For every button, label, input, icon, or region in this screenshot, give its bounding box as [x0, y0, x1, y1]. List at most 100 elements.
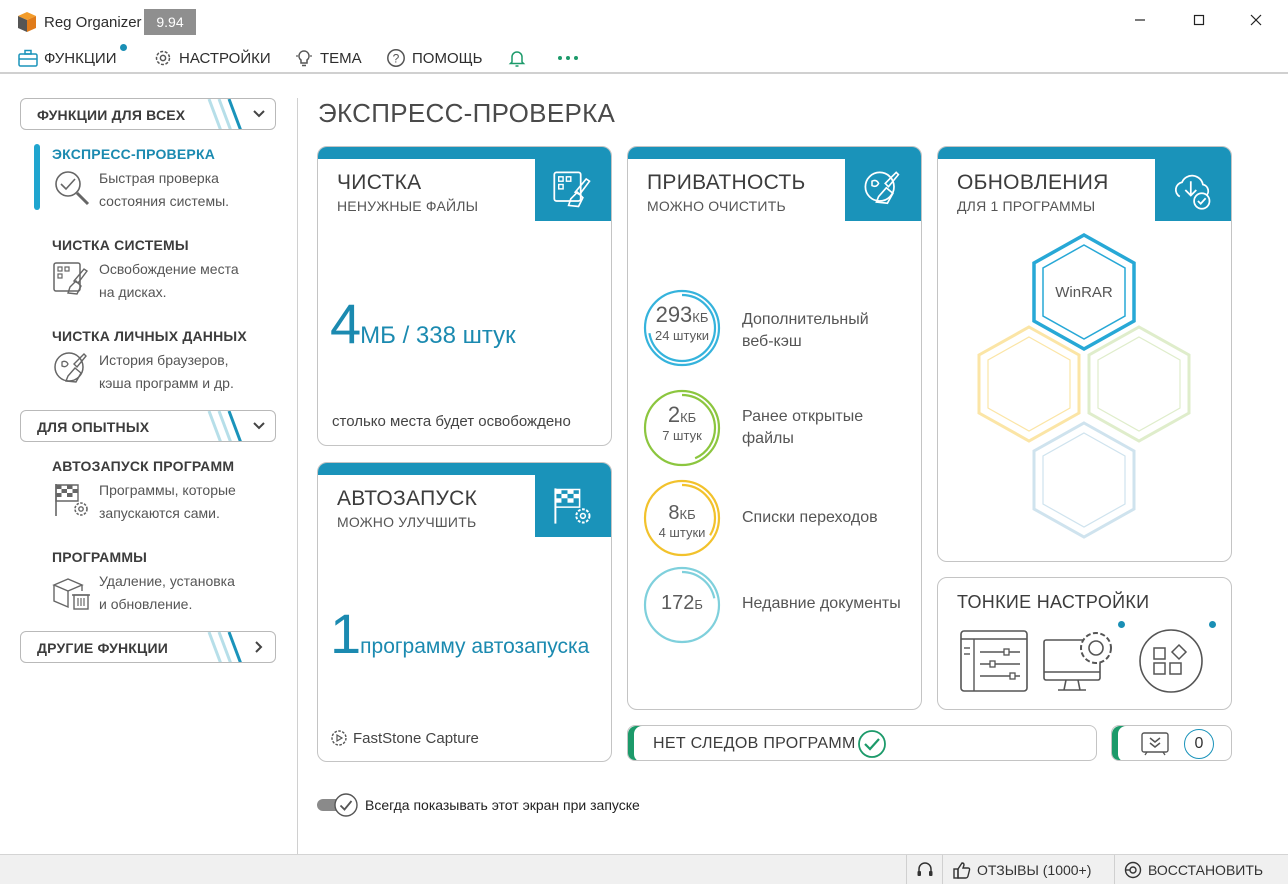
more-menu-button[interactable] [557, 44, 579, 72]
cloud-download-icon [1174, 174, 1211, 210]
menu-theme-label: ТЕМА [320, 49, 362, 67]
stripes-decoration [207, 99, 242, 129]
maximize-button[interactable] [1179, 6, 1219, 34]
restore-button[interactable]: ВОССТАНОВИТЬ [1124, 855, 1263, 884]
privacy-item-label: Недавние документы [742, 595, 901, 612]
menu-help-label: ПОМОЩЬ [412, 49, 483, 67]
hexagon-cluster [977, 232, 1191, 539]
notifications-button[interactable] [507, 44, 527, 72]
menu-help[interactable]: ? ПОМОЩЬ [386, 44, 483, 72]
close-button[interactable] [1236, 6, 1276, 34]
card-subtitle: МОЖНО УЛУЧШИТЬ [337, 514, 477, 530]
thumbs-up-icon [953, 862, 971, 879]
updates-icon-box [1155, 159, 1231, 221]
minimize-button[interactable] [1120, 6, 1160, 34]
tweaks-card[interactable]: ТОНКИЕ НАСТРОЙКИ [937, 577, 1232, 710]
privacy-item-label: Ранее открытые файлы [742, 408, 864, 447]
group-header-label: ДЛЯ ОПЫТНЫХ [37, 419, 150, 435]
cleanup-card[interactable]: ЧИСТКА НЕНУЖНЫЕ ФАЙЛЫ 4МБ / 338 штук сто… [317, 146, 612, 446]
privacy-item-recent-files[interactable]: 2КБ 7 штук Ранее открытые файлы [642, 388, 921, 468]
sidebar-item-description: Программы, которые запускаются сами. [99, 482, 236, 521]
group-header-advanced[interactable]: ДЛЯ ОПЫТНЫХ [20, 410, 276, 442]
minimize-icon [1135, 19, 1145, 21]
disk-broom-icon [553, 171, 591, 208]
disk-broom-icon [53, 262, 89, 295]
card-title: АВТОЗАПУСК [337, 487, 478, 510]
card-title: ТОНКИЕ НАСТРОЙКИ [957, 592, 1150, 612]
monitor-gear-icon[interactable] [1042, 626, 1118, 694]
card-subtitle: МОЖНО ОЧИСТИТЬ [647, 198, 786, 214]
privacy-item-jump-lists[interactable]: 8КБ 4 штуки Списки переходов [642, 478, 921, 558]
sidebar-item-description: Освобождение места на дисках. [99, 261, 239, 300]
sidebar-item-express-check[interactable]: ЭКСПРЕСС-ПРОВЕРКА Быстрая проверка состо… [52, 146, 282, 209]
autorun-footer: FastStone Capture [330, 729, 479, 747]
gear-icon [155, 50, 171, 66]
privacy-item-recent-documents[interactable]: 172Б Недавние документы [642, 565, 921, 645]
menu-theme[interactable]: ТЕМА [294, 44, 362, 72]
chevron-down-icon [253, 422, 265, 430]
privacy-broom-icon [864, 171, 900, 205]
flag-gear-icon [55, 484, 88, 516]
maximize-icon [1193, 14, 1205, 26]
box-trash-icon [52, 578, 90, 610]
cleanup-icon-box [535, 159, 611, 221]
apps-notification-dot [1209, 621, 1216, 628]
menu-settings[interactable]: НАСТРОЙКИ [153, 44, 271, 72]
sidebar-item-description: Удаление, установка и обновление. [99, 573, 235, 612]
traces-counter-button[interactable]: 0 [1111, 725, 1232, 761]
traces-counter: 0 [1184, 729, 1214, 759]
group-header-label: ФУНКЦИИ ДЛЯ ВСЕХ [37, 107, 186, 123]
flag-gear-icon [554, 488, 591, 524]
privacy-card[interactable]: ПРИВАТНОСТЬ МОЖНО ОЧИСТИТЬ 293КБ 24 штук… [627, 146, 922, 710]
sidebar-item-description: Быстрая проверка состояния системы. [99, 170, 230, 209]
toggle-check-knob-icon [334, 793, 358, 817]
page-title: ЭКСПРЕСС-ПРОВЕРКА [318, 98, 616, 128]
reviews-button[interactable]: ОТЗЫВЫ (1000+) [953, 855, 1091, 884]
privacy-item-label: Списки переходов [742, 509, 878, 526]
app-logo-icon [18, 12, 36, 32]
cleanup-size-stat: 4МБ / 338 штук [330, 292, 516, 355]
sliders-window-icon[interactable] [960, 630, 1028, 692]
privacy-icon-box [845, 159, 921, 221]
group-header-functions-for-all[interactable]: ФУНКЦИИ ДЛЯ ВСЕХ [20, 98, 276, 130]
magnifier-check-icon [55, 171, 90, 206]
briefcase-icon [18, 49, 38, 67]
app-title: Reg Organizer [44, 14, 142, 31]
privacy-item-web-cache[interactable]: 293КБ 24 штуки Дополнительный веб-кэш [642, 288, 921, 368]
card-title: ПРИВАТНОСТЬ [647, 171, 806, 194]
chevron-down-icon [253, 110, 265, 118]
reviews-label: ОТЗЫВЫ (1000+) [977, 862, 1092, 878]
download-chevrons-icon [1141, 732, 1169, 756]
tweaks-notification-dot [1118, 621, 1125, 628]
support-button[interactable] [915, 855, 935, 884]
sidebar-divider [297, 98, 298, 854]
group-header-other-functions[interactable]: ДРУГИЕ ФУНКЦИИ [20, 631, 276, 663]
sidebar-item-title: ЧИСТКА СИСТЕМЫ [52, 237, 189, 253]
version-badge: 9.94 [144, 9, 196, 35]
sidebar-item-title: АВТОЗАПУСК ПРОГРАММ [52, 458, 235, 474]
card-subtitle: НЕНУЖНЫЕ ФАЙЛЫ [337, 198, 479, 214]
sidebar-item-description: История браузеров, кэша программ и др. [99, 352, 234, 391]
sidebar-item-autorun[interactable]: АВТОЗАПУСК ПРОГРАММ Программы, которые з… [52, 458, 282, 521]
cleanup-footer: столько места будет освобождено [332, 413, 571, 430]
check-circle-icon [858, 730, 886, 758]
updates-card[interactable]: ОБНОВЛЕНИЯ ДЛЯ 1 ПРОГРАММЫ WinRAR [937, 146, 1232, 562]
sidebar-item-programs[interactable]: ПРОГРАММЫ Удаление, установка и обновлен… [52, 549, 282, 612]
card-subtitle: ДЛЯ 1 ПРОГРАММЫ [957, 198, 1096, 214]
chevron-right-icon [255, 641, 263, 653]
sidebar-item-title: ЧИСТКА ЛИЧНЫХ ДАННЫХ [52, 328, 247, 344]
apps-grid-icon[interactable] [1138, 628, 1204, 694]
show-on-start-label: Всегда показывать этот экран при запуске [365, 797, 640, 813]
update-program-name[interactable]: WinRAR [1034, 284, 1134, 301]
sidebar-item-system-cleanup[interactable]: ЧИСТКА СИСТЕМЫ Освобождение места на дис… [52, 237, 282, 300]
restore-label: ВОССТАНОВИТЬ [1148, 862, 1264, 878]
sidebar-item-private-data-cleanup[interactable]: ЧИСТКА ЛИЧНЫХ ДАННЫХ История браузеров, … [52, 328, 282, 391]
menu-functions[interactable]: ФУНКЦИИ [18, 44, 117, 72]
show-on-start-toggle[interactable] [317, 792, 359, 818]
autorun-card[interactable]: АВТОЗАПУСК МОЖНО УЛУЧШИТЬ 1программу авт… [317, 462, 612, 762]
restore-icon [1124, 861, 1142, 879]
no-traces-button[interactable]: НЕТ СЛЕДОВ ПРОГРАММ [627, 725, 1097, 761]
autorun-icon-box [535, 475, 611, 537]
more-dots-icon [558, 56, 578, 60]
bell-icon [508, 51, 526, 67]
